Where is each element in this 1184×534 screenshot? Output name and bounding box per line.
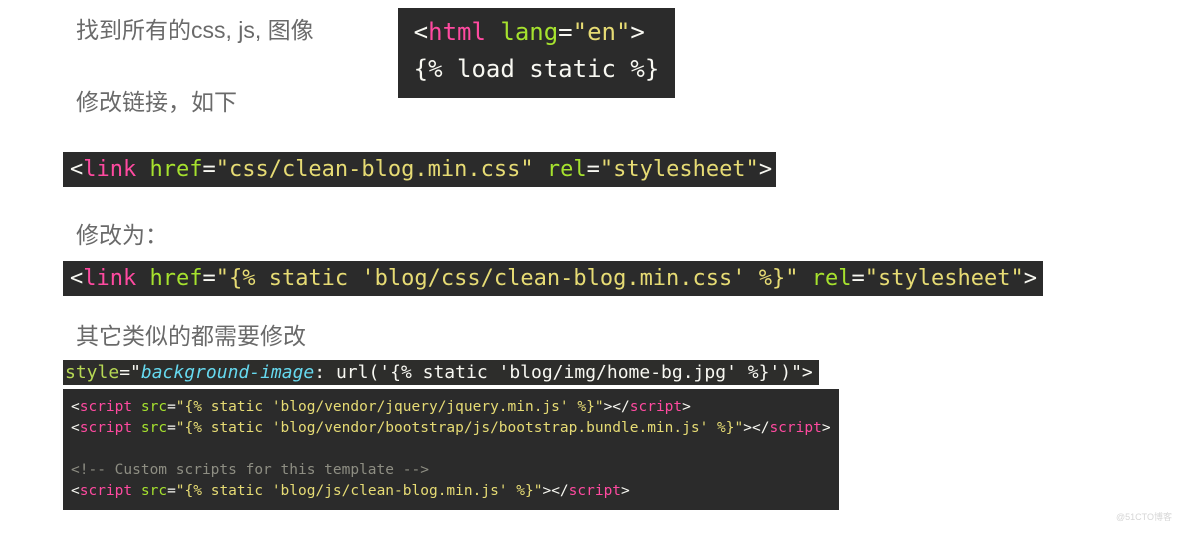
attr-name: src — [141, 483, 167, 499]
code-row: <link href="css/clean-blog.min.css" rel=… — [63, 118, 1184, 187]
equals: = — [167, 420, 176, 436]
attr-name: href — [149, 157, 202, 182]
css-value: : url('{% static 'blog/img/home-bg.jpg' … — [314, 362, 813, 383]
angle-bracket: < — [414, 18, 428, 46]
angle-bracket: < — [71, 399, 80, 415]
tag-name: script — [569, 483, 621, 499]
angle-bracket: < — [70, 266, 83, 291]
equals: = — [202, 266, 215, 291]
attr-value: "css/clean-blog.min.css" — [216, 157, 534, 182]
tag-name: script — [80, 483, 132, 499]
attr-value: "{% static 'blog/css/clean-blog.min.css'… — [216, 266, 799, 291]
space — [132, 483, 141, 499]
tag-name: script — [630, 399, 682, 415]
angle-bracket: > — [542, 483, 551, 499]
attr-value: "en" — [573, 18, 631, 46]
angle-bracket: > — [682, 399, 691, 415]
equals: =" — [119, 362, 141, 383]
attr-name: rel — [812, 266, 852, 291]
angle-bracket: </ — [551, 483, 568, 499]
template-tag: {% load static %} — [414, 55, 660, 83]
code-row: style="background-image: url('{% static … — [63, 352, 1184, 385]
attr-name: src — [141, 420, 167, 436]
equals: = — [852, 266, 865, 291]
tag-name: script — [80, 420, 132, 436]
tag-name: link — [83, 266, 136, 291]
angle-bracket: > — [743, 420, 752, 436]
code-row: <link href="{% static 'blog/css/clean-bl… — [63, 251, 1184, 296]
instruction-line-4: 其它类似的都需要修改 — [0, 322, 1184, 352]
angle-bracket: > — [621, 483, 630, 499]
code-block-link-before: <link href="css/clean-blog.min.css" rel=… — [63, 152, 776, 187]
css-prop: background-image — [141, 362, 314, 383]
space — [136, 266, 149, 291]
attr-name: style — [65, 362, 119, 383]
space — [534, 157, 547, 182]
left-text-column: 找到所有的css, js, 图像 修改链接，如下 — [0, 8, 314, 118]
angle-bracket: </ — [752, 420, 769, 436]
tag-name: link — [83, 157, 136, 182]
space — [132, 420, 141, 436]
equals: = — [202, 157, 215, 182]
space — [136, 157, 149, 182]
angle-bracket: < — [71, 483, 80, 499]
angle-bracket: < — [71, 420, 80, 436]
instruction-line-1: 找到所有的css, js, 图像 — [0, 16, 314, 46]
attr-value: "{% static 'blog/js/clean-blog.min.js' %… — [176, 483, 543, 499]
equals: = — [558, 18, 572, 46]
angle-bracket: > — [822, 420, 831, 436]
equals: = — [167, 483, 176, 499]
attr-name: rel — [547, 157, 587, 182]
angle-bracket: > — [630, 18, 644, 46]
angle-bracket: > — [604, 399, 613, 415]
angle-bracket: < — [70, 157, 83, 182]
angle-bracket: </ — [612, 399, 629, 415]
code-block-html-load: <html lang="en"> {% load static %} — [398, 8, 676, 98]
code-comment: <!-- Custom scripts for this template --… — [71, 462, 429, 478]
attr-name: href — [149, 266, 202, 291]
top-row: 找到所有的css, js, 图像 修改链接，如下 <html lang="en"… — [0, 8, 1184, 118]
code-row: <script src="{% static 'blog/vendor/jque… — [63, 385, 1184, 510]
angle-bracket: > — [1024, 266, 1037, 291]
attr-value: "{% static 'blog/vendor/bootstrap/js/boo… — [176, 420, 743, 436]
space — [486, 18, 500, 46]
space — [132, 399, 141, 415]
watermark: @51CTO博客 — [1116, 510, 1172, 523]
tag-name: script — [80, 399, 132, 415]
attr-name: src — [141, 399, 167, 415]
code-block-scripts: <script src="{% static 'blog/vendor/jque… — [63, 389, 839, 510]
instruction-line-3: 修改为： — [0, 221, 1184, 251]
attr-name: lang — [500, 18, 558, 46]
code-block-link-after: <link href="{% static 'blog/css/clean-bl… — [63, 261, 1043, 296]
equals: = — [587, 157, 600, 182]
tag-name: script — [769, 420, 821, 436]
equals: = — [167, 399, 176, 415]
instruction-line-2: 修改链接，如下 — [0, 88, 314, 118]
code-block-style: style="background-image: url('{% static … — [63, 360, 819, 385]
attr-value: "stylesheet" — [865, 266, 1024, 291]
attr-value: "stylesheet" — [600, 157, 759, 182]
tag-name: html — [428, 18, 486, 46]
space — [799, 266, 812, 291]
attr-value: "{% static 'blog/vendor/jquery/jquery.mi… — [176, 399, 604, 415]
angle-bracket: > — [759, 157, 772, 182]
